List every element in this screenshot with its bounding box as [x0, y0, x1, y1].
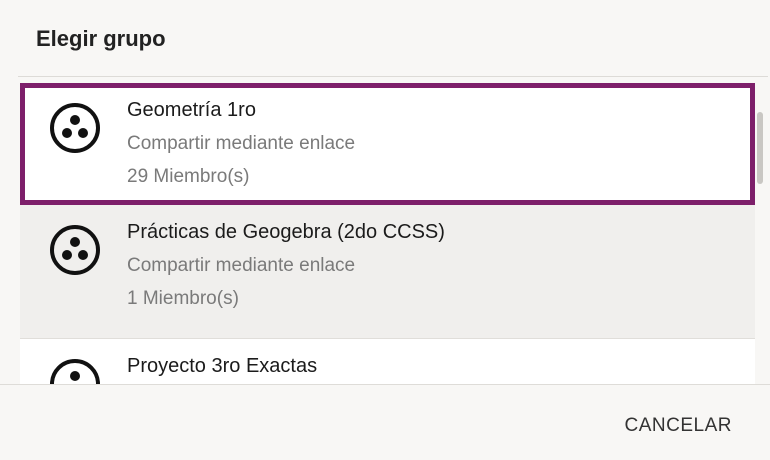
group-list[interactable]: Geometría 1ro Compartir mediante enlace …: [18, 76, 768, 385]
group-icon: [50, 359, 100, 385]
group-name: Geometría 1ro: [127, 99, 256, 121]
group-item-practicas[interactable]: Prácticas de Geogebra (2do CCSS) Compart…: [20, 205, 755, 339]
group-share-mode: Compartir mediante enlace: [127, 133, 356, 154]
group-name: Proyecto 3ro Exactas: [127, 355, 318, 377]
dialog-title: Elegir grupo: [36, 26, 166, 51]
group-icon: [50, 225, 100, 275]
group-item-proyecto[interactable]: Proyecto 3ro Exactas: [20, 339, 755, 385]
list-scrollbar[interactable]: [757, 112, 763, 184]
group-icon: [50, 103, 100, 153]
dialog-footer: CANCELAR: [0, 384, 770, 460]
group-member-count: 1 Miembro(s): [127, 288, 239, 309]
group-name: Prácticas de Geogebra (2do CCSS): [127, 221, 445, 243]
group-item-geometria[interactable]: Geometría 1ro Compartir mediante enlace …: [20, 83, 755, 205]
group-member-count: 29 Miembro(s): [127, 166, 250, 187]
cancel-button[interactable]: CANCELAR: [625, 415, 732, 437]
group-share-mode: Compartir mediante enlace: [127, 255, 356, 276]
